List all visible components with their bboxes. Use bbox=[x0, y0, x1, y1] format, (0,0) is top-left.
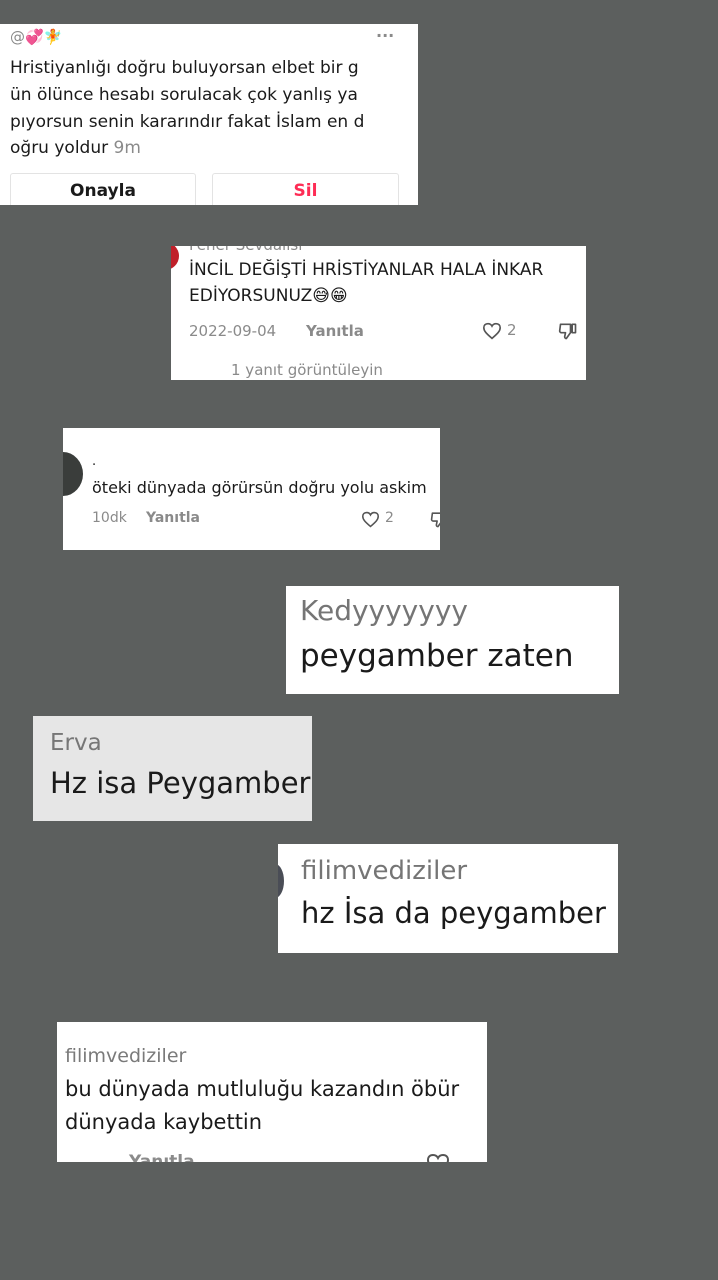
view-replies-link[interactable]: 1 yanıt görüntüleyin bbox=[231, 361, 383, 379]
reply-button[interactable]: Yanıtla bbox=[306, 322, 364, 340]
comment-handle: @💞🧚 bbox=[10, 28, 63, 46]
more-options-icon[interactable]: ··· bbox=[376, 26, 394, 45]
comment-text-line-1: bu dünyada mutluluğu kazandın öbür bbox=[65, 1077, 460, 1101]
avatar[interactable] bbox=[171, 246, 179, 270]
heart-icon[interactable] bbox=[482, 322, 502, 340]
comment-card-4: Kedyyyyyyy peygamber zaten bbox=[286, 586, 619, 694]
heart-icon[interactable] bbox=[361, 511, 380, 528]
dislike-icon[interactable] bbox=[430, 510, 440, 529]
comment-card-7: filimvediziler bu dünyada mutluluğu kaza… bbox=[57, 1022, 487, 1162]
comment-card-2: Fener Sevdalısı İNCİL DEĞİŞTİ HRİSTİYANL… bbox=[171, 246, 586, 380]
avatar[interactable] bbox=[278, 864, 284, 898]
comment-username[interactable]: Erva bbox=[50, 730, 102, 756]
comment-text-end: oğru yoldur bbox=[10, 138, 109, 158]
comment-username[interactable]: Kedyyyyyyy bbox=[300, 594, 468, 627]
comment-text-line-2: ün ölünce hesabı sorulacak çok yanlış ya bbox=[10, 85, 358, 105]
comment-text: hz İsa da peygamber bbox=[301, 896, 606, 930]
comment-text-line-3: pıyorsun senin kararındır fakat İslam en… bbox=[10, 112, 365, 132]
comment-username[interactable]: Fener Sevdalısı bbox=[189, 246, 302, 254]
like-count: 2 bbox=[507, 321, 517, 339]
comment-username[interactable]: filimvediziler bbox=[301, 856, 467, 886]
comment-card-6: filimvediziler hz İsa da peygamber bbox=[278, 844, 618, 953]
heart-icon[interactable] bbox=[425, 1153, 451, 1162]
reply-button[interactable]: Yanıtla bbox=[146, 510, 200, 526]
comment-time: 10dk bbox=[92, 510, 127, 526]
comment-text: öteki dünyada görürsün doğru yolu askim bbox=[92, 478, 427, 497]
comment-card-3: . öteki dünyada görürsün doğru yolu aski… bbox=[63, 428, 440, 550]
comment-text-line-2: dünyada kaybettin bbox=[65, 1110, 263, 1134]
comment-username[interactable]: . bbox=[92, 454, 96, 469]
comment-text: peygamber zaten bbox=[300, 638, 574, 674]
reply-button[interactable]: Yanıtla bbox=[129, 1152, 195, 1162]
comment-text: Hz isa Peygamber bbox=[50, 766, 311, 800]
comment-time: 9m bbox=[113, 138, 141, 158]
comment-card-5: Erva Hz isa Peygamber bbox=[33, 716, 312, 821]
approve-button[interactable]: Onayla bbox=[10, 173, 196, 205]
comment-text-line-2: EDİYORSUNUZ😅😁 bbox=[189, 286, 348, 306]
avatar[interactable] bbox=[63, 452, 83, 496]
comment-text-line-4: oğru yoldur 9m bbox=[10, 138, 141, 158]
comment-username[interactable]: filimvediziler bbox=[65, 1045, 186, 1067]
dislike-icon[interactable] bbox=[558, 321, 578, 341]
delete-button[interactable]: Sil bbox=[212, 173, 399, 205]
comment-date: 2022-09-04 bbox=[189, 322, 277, 340]
like-count: 2 bbox=[385, 510, 394, 526]
comment-text-line-1: İNCİL DEĞİŞTİ HRİSTİYANLAR HALA İNKAR bbox=[189, 260, 544, 280]
comment-text-line-1: Hristiyanlığı doğru buluyorsan elbet bir… bbox=[10, 58, 359, 78]
comment-card-1: @💞🧚 ··· Hristiyanlığı doğru buluyorsan e… bbox=[0, 24, 418, 205]
